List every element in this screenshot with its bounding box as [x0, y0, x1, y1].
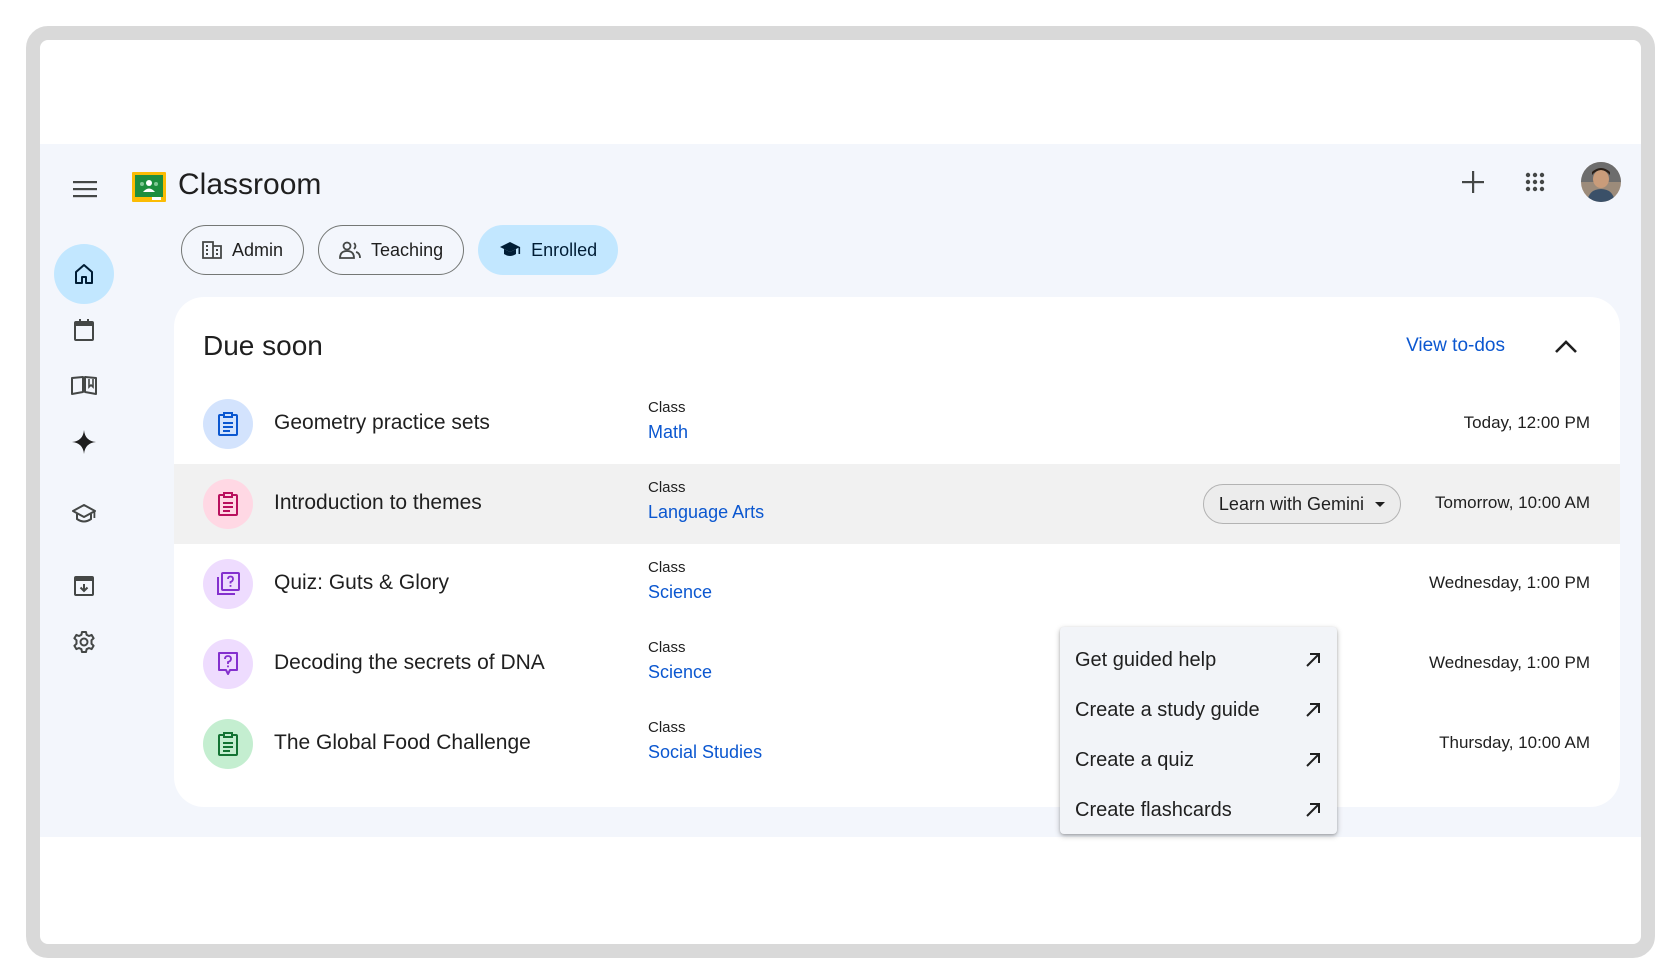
- arrow-outward-icon: [1306, 803, 1320, 817]
- class-label: Class: [648, 639, 686, 656]
- graduation-cap-outline-icon: [72, 504, 96, 523]
- due-date: Tomorrow, 10:00 AM: [1435, 493, 1590, 512]
- assignment-icon-badge: [203, 399, 253, 449]
- chip-admin[interactable]: Admin: [181, 225, 305, 275]
- hamburger-icon: [73, 181, 97, 198]
- chip-teaching[interactable]: Teaching: [318, 225, 465, 275]
- class-link[interactable]: Science: [648, 582, 712, 603]
- rail-item-home[interactable]: [54, 244, 114, 304]
- due-soon-list: Geometry practice sets Class Math Today,…: [174, 384, 1620, 784]
- chip-teaching-label: Teaching: [371, 239, 444, 260]
- people-icon: [339, 241, 361, 259]
- building-icon: [202, 241, 222, 259]
- menu-item-label: Create flashcards: [1075, 798, 1232, 821]
- rail-item-library[interactable]: [54, 356, 114, 416]
- assignment-title: Introduction to themes: [274, 491, 482, 514]
- plus-icon: [1462, 171, 1484, 193]
- assignment-icon: [218, 492, 238, 516]
- rail-item-gemini[interactable]: [54, 412, 114, 472]
- collapse-button[interactable]: [1544, 325, 1588, 369]
- classroom-app: Classroom Admin Teaching Enrolled Due so…: [40, 144, 1641, 837]
- view-todos-link[interactable]: View to-dos: [1406, 335, 1505, 357]
- question-icon-badge: [203, 639, 253, 689]
- menu-item-label: Create a study guide: [1075, 698, 1260, 721]
- calendar-icon: [74, 319, 94, 341]
- due-date: Wednesday, 1:00 PM: [1429, 653, 1590, 672]
- settings-icon: [73, 631, 95, 653]
- rail-item-calendar[interactable]: [54, 300, 114, 360]
- class-link[interactable]: Language Arts: [648, 502, 764, 523]
- main-menu-button[interactable]: [70, 174, 100, 204]
- quiz-stack-icon: [217, 572, 240, 595]
- app-title: Classroom: [178, 168, 322, 201]
- caret-down-icon: [1375, 501, 1385, 507]
- menu-item-flashcards[interactable]: Create flashcards: [1060, 785, 1337, 835]
- list-item[interactable]: The Global Food Challenge Class Social S…: [174, 704, 1620, 784]
- rail-item-archive[interactable]: [54, 556, 114, 616]
- assignment-title: Decoding the secrets of DNA: [274, 651, 545, 674]
- home-icon: [75, 264, 93, 284]
- menu-item-study-guide[interactable]: Create a study guide: [1060, 685, 1337, 735]
- class-label: Class: [648, 719, 686, 736]
- menu-item-quiz[interactable]: Create a quiz: [1060, 735, 1337, 785]
- apps-button[interactable]: [1515, 162, 1555, 202]
- assignment-title: The Global Food Challenge: [274, 731, 531, 754]
- open-book-icon: [71, 376, 97, 395]
- due-date: Today, 12:00 PM: [1463, 413, 1590, 432]
- assignment-icon-badge: [203, 719, 253, 769]
- due-date: Thursday, 10:00 AM: [1439, 733, 1590, 752]
- top-actions: [1453, 162, 1621, 202]
- chip-admin-label: Admin: [232, 239, 284, 260]
- due-date: Wednesday, 1:00 PM: [1429, 573, 1590, 592]
- class-link[interactable]: Social Studies: [648, 742, 762, 763]
- arrow-outward-icon: [1306, 753, 1320, 767]
- class-link[interactable]: Science: [648, 662, 712, 683]
- class-link[interactable]: Math: [648, 422, 688, 443]
- arrow-outward-icon: [1306, 653, 1320, 667]
- assignment-icon-badge: [203, 479, 253, 529]
- assignment-icon: [218, 732, 238, 756]
- chip-enrolled-label: Enrolled: [531, 239, 598, 260]
- apps-grid-icon: [1525, 172, 1545, 192]
- assignment-title: Quiz: Guts & Glory: [274, 571, 450, 594]
- quiz-icon-badge: [203, 559, 253, 609]
- chip-enrolled[interactable]: Enrolled: [478, 225, 619, 275]
- rail-item-settings[interactable]: [54, 612, 114, 672]
- create-button[interactable]: [1453, 162, 1493, 202]
- assignment-title: Geometry practice sets: [274, 411, 490, 434]
- class-label: Class: [648, 559, 686, 576]
- class-label: Class: [648, 399, 686, 416]
- assignment-icon: [218, 412, 238, 436]
- list-item[interactable]: Geometry practice sets Class Math Today,…: [174, 384, 1620, 464]
- list-item[interactable]: Introduction to themes Class Language Ar…: [174, 464, 1620, 544]
- archive-icon: [74, 576, 94, 596]
- account-avatar[interactable]: [1581, 162, 1621, 202]
- question-icon: [218, 652, 238, 675]
- menu-item-label: Get guided help: [1075, 648, 1217, 671]
- graduation-cap-icon: [500, 242, 521, 256]
- learn-with-gemini-label: Learn with Gemini: [1218, 493, 1364, 514]
- due-soon-title: Due soon: [203, 330, 323, 361]
- user-avatar-icon: [1581, 162, 1621, 202]
- class-label: Class: [648, 479, 686, 496]
- learn-with-gemini-menu: Get guided help Create a study guide Cre…: [1060, 627, 1337, 834]
- role-filter-chips: Admin Teaching Enrolled: [181, 225, 619, 275]
- menu-item-guided-help[interactable]: Get guided help: [1060, 635, 1337, 685]
- list-item[interactable]: Decoding the secrets of DNA Class Scienc…: [174, 624, 1620, 704]
- menu-item-label: Create a quiz: [1075, 748, 1194, 771]
- classroom-logo-icon: [132, 172, 166, 202]
- learn-with-gemini-button[interactable]: Learn with Gemini: [1202, 484, 1401, 524]
- list-item[interactable]: Quiz: Guts & Glory Class Science Wednesd…: [174, 544, 1620, 624]
- sparkle-icon: [72, 430, 96, 454]
- rail-item-enrolled[interactable]: [54, 484, 114, 544]
- classroom-logo[interactable]: [132, 172, 166, 202]
- due-soon-card: Due soon View to-dos Geometry practice s…: [174, 297, 1620, 807]
- device-frame: Classroom Admin Teaching Enrolled Due so…: [26, 26, 1655, 958]
- arrow-outward-icon: [1306, 703, 1320, 717]
- chevron-up-icon: [1555, 340, 1577, 353]
